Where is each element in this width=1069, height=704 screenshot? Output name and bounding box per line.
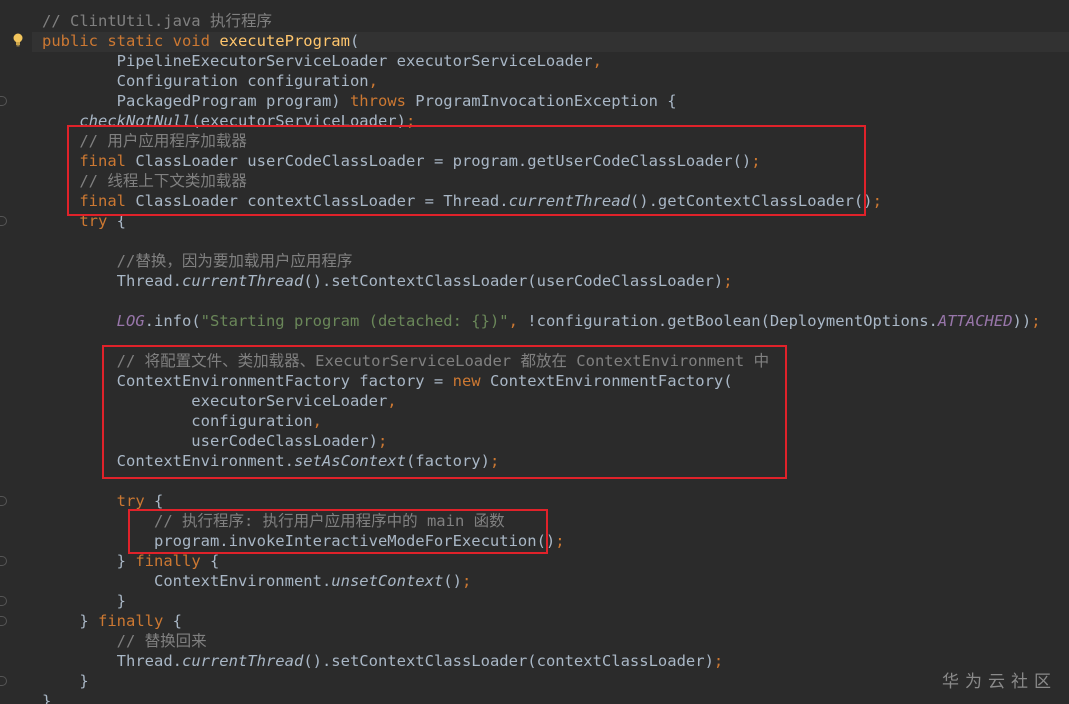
code-token: unsetContext [331, 572, 444, 590]
code-token: currentThread [181, 652, 304, 670]
code-token: { [153, 492, 164, 510]
code-token: } [42, 672, 89, 690]
code-line[interactable] [42, 231, 1069, 251]
code-token: currentThread [181, 272, 304, 290]
lightbulb-icon[interactable] [13, 33, 23, 47]
code-token: } [42, 552, 136, 570]
code-line[interactable]: public static void executeProgram( [42, 31, 1069, 51]
code-token: executeProgram [219, 32, 350, 50]
code-token: finally [135, 552, 210, 570]
code-token: ATTACHED [937, 312, 1013, 330]
code-token: } [42, 612, 98, 630]
code-line[interactable]: } [42, 591, 1069, 611]
code-line[interactable]: ContextEnvironment.unsetContext(); [42, 571, 1069, 591]
code-line[interactable]: PipelineExecutorServiceLoader executorSe… [42, 51, 1069, 71]
code-token: ().setContextClassLoader(userCodeClassLo… [303, 272, 724, 290]
code-token: .info( [144, 312, 201, 330]
code-line[interactable]: // ClintUtil.java 执行程序 [42, 11, 1069, 31]
code-token: ; [723, 272, 733, 290]
code-token: finally [98, 612, 173, 630]
highlight-box-context-environment [102, 345, 787, 479]
code-line[interactable]: // 替换回来 [42, 631, 1069, 651]
code-line[interactable]: } finally { [42, 551, 1069, 571]
code-token: } [42, 592, 126, 610]
code-token: //替换，因为要加载用户应用程序 [42, 252, 353, 270]
code-token: PipelineExecutorServiceLoader executorSe… [42, 52, 593, 70]
code-line[interactable]: try { [42, 491, 1069, 511]
code-token: ; [555, 532, 565, 550]
code-token: , [368, 72, 378, 90]
highlight-box-invoke-program [128, 509, 548, 554]
code-token: () [443, 572, 462, 590]
code-line[interactable]: } [42, 691, 1069, 704]
code-token: Thread. [42, 652, 182, 670]
code-token: ().setContextClassLoader(contextClassLoa… [303, 652, 714, 670]
code-token: ( [349, 32, 360, 50]
code-token: Configuration configuration [42, 72, 369, 90]
code-token: "Starting program (detached: {})" [200, 312, 509, 330]
code-token: // 替换回来 [42, 632, 207, 650]
code-line[interactable]: LOG.info("Starting program (detached: {}… [42, 311, 1069, 331]
code-line[interactable]: Configuration configuration, [42, 71, 1069, 91]
highlight-box-classloaders [67, 125, 866, 216]
code-token: LOG [116, 312, 145, 330]
code-token: )) [1012, 312, 1032, 330]
code-token: ; [713, 652, 724, 670]
code-token: ; [1031, 312, 1041, 330]
code-token: ContextEnvironment. [42, 572, 332, 590]
code-token: Thread. [42, 272, 182, 290]
code-token: ProgramInvocationException { [415, 92, 677, 110]
code-token: , [508, 312, 528, 330]
code-token: PackagedProgram program) [42, 92, 350, 110]
code-line[interactable]: PackagedProgram program) throws ProgramI… [42, 91, 1069, 111]
code-line[interactable]: } finally { [42, 611, 1069, 631]
code-token: { [209, 552, 220, 570]
code-token: ; [872, 192, 882, 210]
watermark: 华为云社区 [942, 672, 1057, 692]
code-token: // ClintUtil.java 执行程序 [42, 12, 272, 30]
code-line[interactable]: Thread.currentThread().setContextClassLo… [42, 651, 1069, 671]
code-token: try [42, 492, 154, 510]
code-token: public static void [42, 32, 220, 50]
code-token: } [42, 692, 52, 704]
code-token: ; [461, 572, 472, 590]
code-token: { [172, 612, 182, 630]
code-line[interactable] [42, 291, 1069, 311]
code-line[interactable]: } [42, 671, 1069, 691]
code-token: , [592, 52, 602, 70]
code-line[interactable]: Thread.currentThread().setContextClassLo… [42, 271, 1069, 291]
code-token: throws [349, 92, 416, 110]
code-token: !configuration.getBoolean(DeploymentOpti… [527, 312, 938, 330]
code-editor[interactable]: // ClintUtil.java 执行程序 public static void… [0, 0, 1069, 704]
code-line[interactable]: //替换，因为要加载用户应用程序 [42, 251, 1069, 271]
